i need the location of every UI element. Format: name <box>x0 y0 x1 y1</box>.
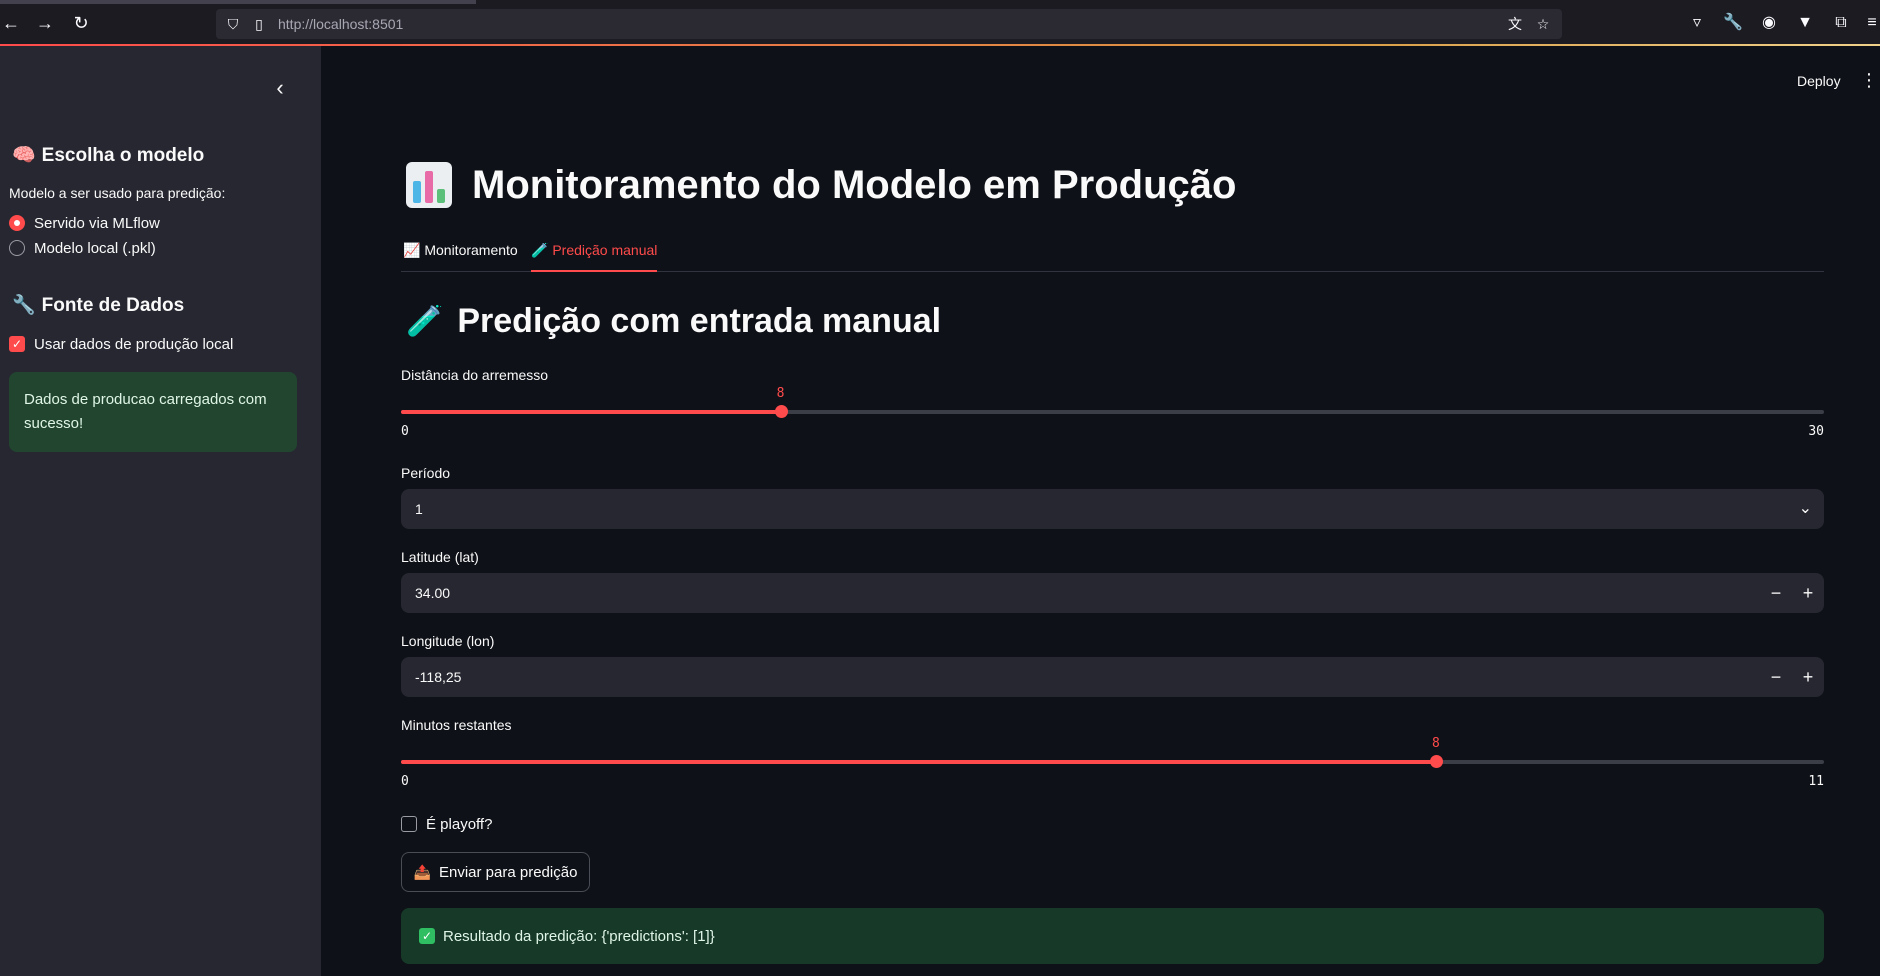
minutes-label: Minutos restantes <box>401 717 512 733</box>
slider-fill <box>401 760 1436 764</box>
latitude-value[interactable]: 34.00 <box>415 585 450 601</box>
menu-icon[interactable]: ≡ <box>1862 13 1880 33</box>
radio-option-mlflow[interactable]: Servido via MLflow <box>9 212 160 234</box>
tab-monitoramento[interactable]: 📈 Monitoramento <box>403 242 518 272</box>
longitude-input[interactable]: -118,25 − + <box>401 657 1824 697</box>
model-radio-label: Modelo a ser usado para predição: <box>9 185 226 201</box>
tab-predicao-manual[interactable]: 🧪 Predição manual <box>531 242 658 272</box>
period-label: Período <box>401 465 451 481</box>
use-local-data-checkbox[interactable]: ✓ Usar dados de produção local <box>9 333 233 355</box>
browser-toolbar: ← → ↻ ⛉ ▯ http://localhost:8501 文 ☆ ▿ 🔧 … <box>0 0 1880 46</box>
minutes-slider[interactable]: 8 0 11 <box>401 736 1824 789</box>
data-section-heading: 🔧 Fonte de Dados <box>12 293 184 317</box>
radio-option-label: Servido via MLflow <box>34 214 160 232</box>
sidebar: ‹ 🧠 Escolha o modelo Modelo a ser usado p… <box>0 46 321 976</box>
tab-bar: 📈 Monitoramento 🧪 Predição manual <box>401 236 1824 272</box>
wrench-icon: 🔧 <box>12 295 36 316</box>
checkbox-label: Usar dados de produção local <box>34 335 234 353</box>
model-section-heading: 🧠 Escolha o modelo <box>12 143 204 167</box>
minus-icon[interactable]: − <box>1760 657 1792 697</box>
deploy-button[interactable]: Deploy <box>1797 73 1841 89</box>
active-tab-indicator <box>0 0 476 4</box>
chevron-down-icon[interactable]: ⌄ <box>1799 498 1812 518</box>
success-alert-text: Dados de producao carregados com sucesso… <box>24 391 267 432</box>
bar-chart-icon <box>406 162 452 208</box>
brain-icon: 🧠 <box>12 145 36 166</box>
tab-label: Predição manual <box>552 242 658 258</box>
wrench-icon[interactable]: 🔧 <box>1723 13 1743 33</box>
pocket-icon[interactable]: ▿ <box>1687 13 1707 33</box>
success-alert: Dados de producao carregados com sucesso… <box>9 372 297 452</box>
test-tube-icon: 🧪 <box>406 305 444 338</box>
slider-max: 30 <box>1808 424 1824 439</box>
url-text[interactable]: http://localhost:8501 <box>278 16 403 32</box>
slider-value: 8 <box>1432 736 1440 751</box>
chart-increasing-icon: 📈 <box>403 242 421 258</box>
radio-option-local-pkl[interactable]: Modelo local (.pkl) <box>9 237 156 259</box>
checkbox-label: É playoff? <box>426 815 493 833</box>
radio-unselected-icon[interactable] <box>9 240 25 256</box>
submit-prediction-button[interactable]: 📤 Enviar para predição <box>401 852 590 892</box>
collapse-sidebar-icon[interactable]: ‹ <box>268 76 292 100</box>
check-mark-icon: ✓ <box>419 928 435 944</box>
account-icon[interactable]: ◉ <box>1759 13 1779 33</box>
back-icon[interactable]: ← <box>0 12 22 34</box>
submit-button-label: Enviar para predição <box>439 863 578 881</box>
minus-icon[interactable]: − <box>1760 573 1792 613</box>
url-host: http://localhost <box>278 16 369 32</box>
shield-icon[interactable]: ⛉ <box>224 15 242 33</box>
slider-fill <box>401 410 781 414</box>
latitude-input[interactable]: 34.00 − + <box>401 573 1824 613</box>
tab-label: Monitoramento <box>424 242 518 258</box>
slider-value: 8 <box>776 386 785 401</box>
plus-icon[interactable]: + <box>1792 573 1824 613</box>
playoff-checkbox[interactable]: É playoff? <box>401 813 492 835</box>
slider-min: 0 <box>401 424 409 439</box>
prediction-result-text: Resultado da predição: {'predictions': [… <box>443 927 715 945</box>
latitude-label: Latitude (lat) <box>401 549 479 565</box>
longitude-label: Longitude (lon) <box>401 633 495 649</box>
checkbox-unchecked-icon[interactable] <box>401 816 417 832</box>
url-port: :8501 <box>368 16 404 32</box>
test-tube-icon: 🧪 <box>531 242 549 258</box>
translate-icon[interactable]: 文 <box>1506 15 1524 33</box>
slider-min: 0 <box>401 774 409 789</box>
main-menu-icon[interactable]: ⋮ <box>1860 70 1878 91</box>
reload-icon[interactable]: ↻ <box>70 12 92 34</box>
radio-option-label: Modelo local (.pkl) <box>34 239 156 257</box>
section-heading: 🧪 Predição com entrada manual <box>406 302 941 341</box>
distance-label: Distância do arremesso <box>401 367 549 383</box>
bookmark-star-icon[interactable]: ☆ <box>1534 15 1552 33</box>
distance-slider[interactable]: 8 0 30 <box>401 386 1824 439</box>
plus-icon[interactable]: + <box>1792 657 1824 697</box>
extensions-icon[interactable]: ⧉ <box>1831 13 1851 33</box>
data-section-title: Fonte de Dados <box>41 295 185 316</box>
slider-max: 11 <box>1808 774 1824 789</box>
model-section-title: Escolha o modelo <box>41 145 205 166</box>
prediction-result-alert: ✓ Resultado da predição: {'predictions':… <box>401 908 1824 964</box>
radio-selected-icon[interactable] <box>9 215 25 231</box>
section-heading-text: Predição com entrada manual <box>457 302 942 340</box>
period-selected-value: 1 <box>415 501 423 517</box>
page-title-text: Monitoramento do Modelo em Produção <box>472 162 1237 207</box>
period-select[interactable]: 1 ⌄ <box>401 489 1824 529</box>
longitude-value[interactable]: -118,25 <box>415 669 461 685</box>
slider-thumb[interactable] <box>1429 755 1443 768</box>
forward-icon[interactable]: → <box>34 12 56 34</box>
vpn-icon[interactable]: ▼ <box>1795 13 1815 33</box>
page-title: Monitoramento do Modelo em Produção <box>406 162 1236 208</box>
outbox-tray-icon: 📤 <box>413 863 431 880</box>
checkbox-checked-icon[interactable]: ✓ <box>9 336 25 352</box>
slider-thumb[interactable] <box>774 405 788 418</box>
page-info-icon[interactable]: ▯ <box>250 15 268 33</box>
address-bar[interactable]: ⛉ ▯ http://localhost:8501 文 ☆ <box>216 9 1562 39</box>
